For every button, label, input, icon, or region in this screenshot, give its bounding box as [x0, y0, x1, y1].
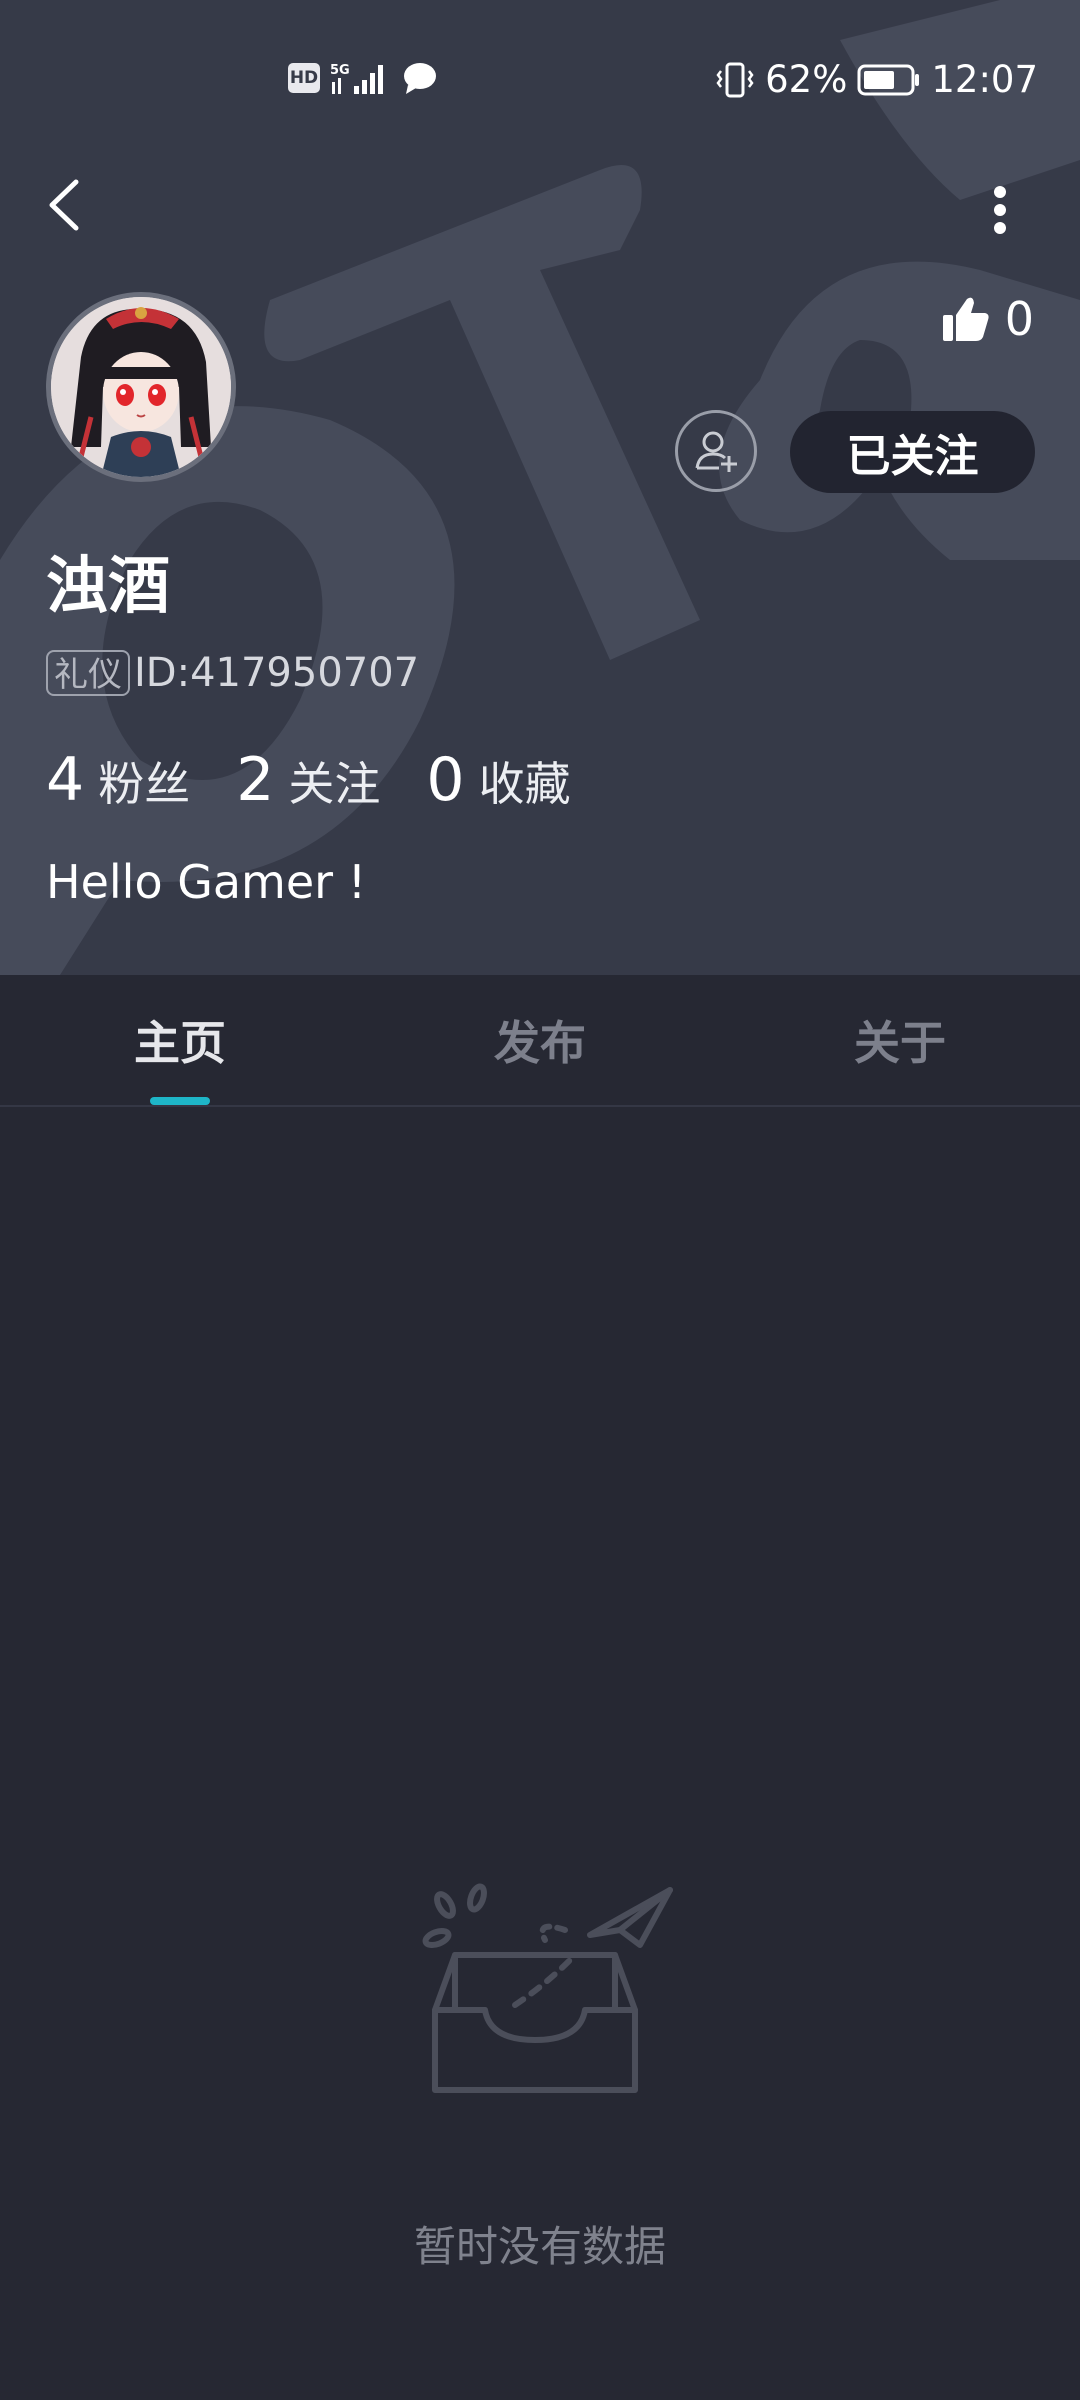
tab-about[interactable]: 关于: [720, 975, 1080, 1105]
stat-value: 2: [236, 745, 275, 815]
like-count: 0: [1004, 292, 1034, 346]
battery-percent: 62%: [765, 58, 848, 101]
profile-stats: 4 粉丝 2 关注 0 收藏: [46, 745, 617, 815]
empty-inbox-icon: [422, 1883, 673, 2093]
stat-fans[interactable]: 4 粉丝: [46, 745, 190, 815]
user-id-row: 礼仪 ID:417950707: [46, 650, 419, 696]
empty-state-text: 暂时没有数据: [413, 2222, 666, 2271]
more-vertical-icon: [994, 186, 1006, 234]
svg-text:5G: 5G: [330, 63, 350, 78]
hd-badge: HD: [288, 63, 320, 93]
signal-icon: 5G: [330, 63, 383, 94]
chevron-left-icon: [49, 179, 79, 231]
active-tab-indicator: [150, 1097, 210, 1105]
add-friend-button[interactable]: [675, 410, 757, 492]
avatar-image: [51, 297, 231, 477]
stat-value: 4: [46, 745, 85, 815]
stat-label: 粉丝: [98, 757, 191, 811]
stat-value: 0: [426, 745, 465, 815]
thumbs-up-icon: [942, 297, 989, 341]
user-id: ID:417950707: [134, 650, 420, 696]
profile-header: HD 5G 62% 12:07 0 已关注 浊酒 礼仪 ID:417950707…: [0, 0, 1080, 975]
stat-favorites[interactable]: 0 收藏: [426, 745, 570, 815]
status-time: 12:07: [931, 58, 1038, 101]
user-bio: Hello Gamer !: [46, 855, 367, 909]
vibrate-icon: [716, 62, 754, 97]
stat-label: 关注: [288, 757, 381, 811]
profile-tabs: 主页 发布 关于: [0, 975, 1080, 1107]
battery-icon: [857, 64, 920, 95]
follow-button[interactable]: 已关注: [790, 411, 1035, 493]
status-bar: HD 5G 62% 12:07: [0, 40, 1080, 120]
username: 浊酒: [46, 549, 171, 622]
like-button[interactable]: 0: [941, 292, 1034, 346]
tab-home[interactable]: 主页: [0, 975, 360, 1105]
tab-posts[interactable]: 发布: [360, 975, 720, 1105]
back-button[interactable]: [38, 170, 98, 240]
stat-following[interactable]: 2 关注: [236, 745, 380, 815]
stat-label: 收藏: [478, 757, 571, 811]
add-user-icon: [695, 431, 737, 472]
more-button[interactable]: [975, 175, 1025, 245]
user-badge: 礼仪: [46, 650, 130, 696]
message-bubble-icon: [404, 63, 436, 94]
avatar[interactable]: [46, 292, 236, 482]
